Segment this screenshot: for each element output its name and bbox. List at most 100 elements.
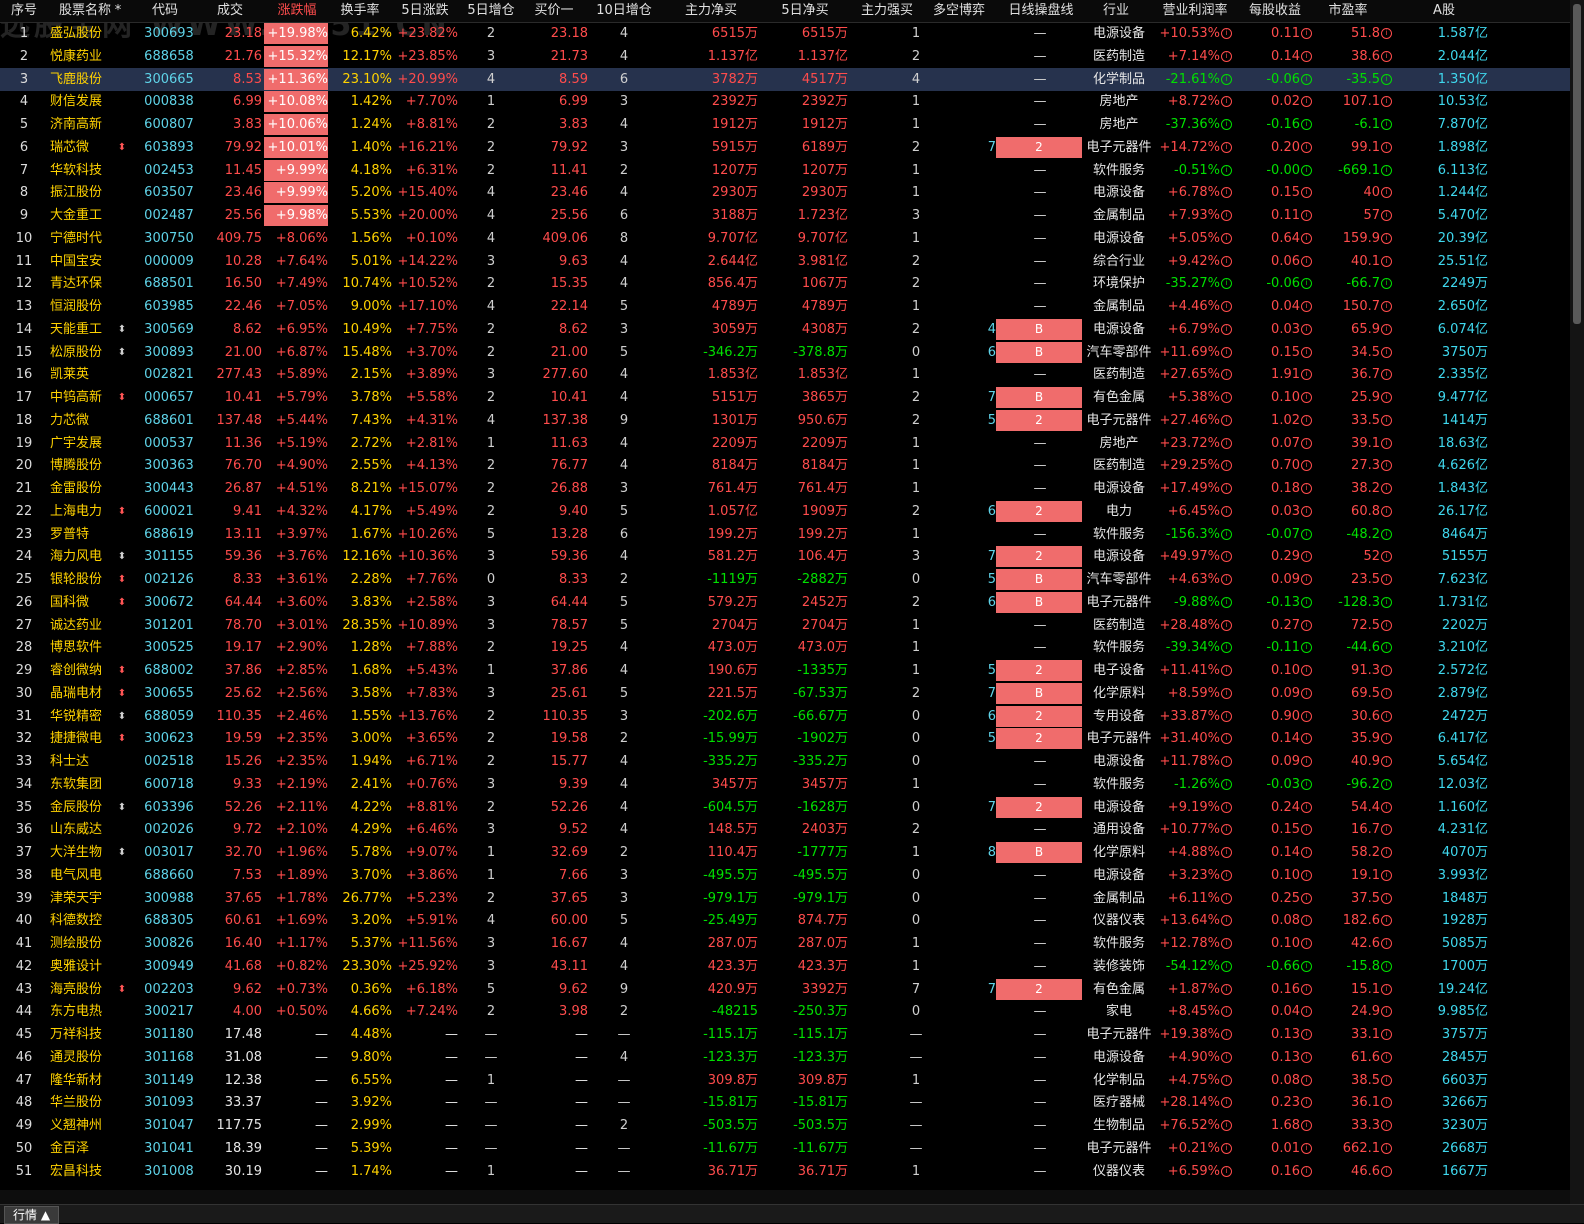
info-circle-icon[interactable]: i	[1221, 960, 1232, 972]
table-row[interactable]: 38 电气风电 688660 7.53 +1.89% 3.70% +3.86% 1 7.66 3 -…	[0, 864, 1570, 887]
info-circle-icon[interactable]: i	[1221, 278, 1232, 290]
info-circle-icon[interactable]: i	[1221, 1006, 1232, 1018]
table-row[interactable]: 10 宁德时代 300750 409.75 +8.06% 1.56% +0.10% 4 409.…	[0, 227, 1570, 250]
info-circle-icon[interactable]: i	[1221, 483, 1232, 494]
table-row[interactable]: 18 力芯微 688601 137.48 +5.44% 7.43% +4.31% 4 137.3…	[0, 409, 1570, 432]
bull-bear-tag[interactable]: 2	[996, 796, 1082, 818]
info-circle-icon[interactable]: i	[1221, 1120, 1232, 1131]
column-header[interactable]: 5日净买	[758, 0, 852, 22]
info-circle-icon[interactable]: i	[1221, 119, 1232, 130]
info-circle-icon[interactable]: i	[1221, 1074, 1232, 1086]
column-header[interactable]: 买价一	[524, 0, 584, 22]
table-row[interactable]: 11 中国宝安 000009 10.28 +7.64% 5.01% +14.22% 3 9.63…	[0, 250, 1570, 273]
table-row[interactable]: 32 捷捷微电 ⬍ 300623 19.59 +2.35% 3.00% +3.65% 2 19.5…	[0, 727, 1570, 750]
table-row[interactable]: 1 盛弘股份 300693 23.18 +19.98% 6.42% +23.82% 2 23.1…	[0, 22, 1570, 45]
table-row[interactable]: 26 国科微 ⬍ 300672 64.44 +3.60% 3.83% +2.58% 3 64.44…	[0, 591, 1570, 614]
info-circle-icon[interactable]: i	[1221, 915, 1232, 927]
column-header[interactable]: 成交	[200, 0, 260, 22]
info-circle-icon[interactable]: i	[1221, 642, 1232, 654]
info-circle-icon[interactable]: i	[1221, 983, 1232, 995]
table-row[interactable]: 16 凯莱英 002821 277.43 +5.89% 2.15% +3.89% 3 277.6…	[0, 363, 1570, 386]
info-circle-icon[interactable]: i	[1221, 574, 1232, 585]
info-circle-icon[interactable]: i	[1221, 369, 1232, 381]
info-circle-icon[interactable]: i	[1221, 1051, 1232, 1063]
table-row[interactable]: 8 振江股份 603507 23.46 +9.99% 5.20% +15.40% 4 23.46…	[0, 181, 1570, 204]
info-circle-icon[interactable]: i	[1221, 323, 1232, 335]
table-row[interactable]: 19 广宇发展 000537 11.36 +5.19% 2.72% +2.81% 1 11.63…	[0, 432, 1570, 455]
table-row[interactable]: 14 天能重工 ⬍ 300569 8.62 +6.95% 10.49% +7.75% 2 8.62…	[0, 318, 1570, 341]
info-circle-icon[interactable]: i	[1221, 756, 1232, 767]
info-circle-icon[interactable]: i	[1221, 414, 1232, 426]
table-row[interactable]: 43 海亮股份 ⬍ 002203 9.62 +0.73% 0.36% +6.18% 5 9.62 9…	[0, 978, 1570, 1001]
table-row[interactable]: 4 财信发展 000838 6.99 +10.08% 1.42% +7.70% 1 6.99 3 2…	[0, 90, 1570, 113]
table-row[interactable]: 7 华软科技 002453 11.45 +9.99% 4.18% +6.31% 2 11.41 2…	[0, 159, 1570, 182]
table-row[interactable]: 5 济南高新 600807 3.83 +10.06% 1.24% +8.81% 2 3.83 4 1…	[0, 113, 1570, 136]
info-circle-icon[interactable]: i	[1221, 687, 1232, 699]
table-row[interactable]: 15 松原股份 ⬍ 300893 21.00 +6.87% 15.48% +3.70% 2 21.…	[0, 341, 1570, 364]
table-row[interactable]: 28 博思软件 300525 19.17 +2.90% 1.28% +7.88% 2 19.25…	[0, 636, 1570, 659]
column-header[interactable]: 主力强买	[852, 0, 922, 22]
table-row[interactable]: 49 义翘神州 301047 117.75 — 2.99% — — — 2 -503.5万 -503.…	[0, 1114, 1570, 1137]
info-circle-icon[interactable]: i	[1221, 938, 1232, 949]
info-circle-icon[interactable]: i	[1221, 1142, 1232, 1154]
bull-bear-tag[interactable]: 2	[996, 546, 1082, 568]
info-circle-icon[interactable]: i	[1221, 596, 1232, 608]
info-circle-icon[interactable]: i	[1221, 619, 1232, 631]
table-row[interactable]: 33 科士达 002518 15.26 +2.35% 1.94% +6.71% 2 15.77 4…	[0, 750, 1570, 773]
info-circle-icon[interactable]: i	[1221, 73, 1232, 85]
table-row[interactable]: 41 测绘股份 300826 16.40 +1.17% 5.37% +11.56% 3 16.6…	[0, 932, 1570, 955]
table-row[interactable]: 37 大洋生物 ⬍ 003017 32.70 +1.96% 5.78% +9.07% 1 32.6…	[0, 841, 1570, 864]
info-circle-icon[interactable]: i	[1221, 232, 1232, 244]
info-circle-icon[interactable]: i	[1221, 1165, 1232, 1177]
table-row[interactable]: 6 瑞芯微 ⬍ 603893 79.92 +10.01% 1.40% +16.21% 2 79.9…	[0, 136, 1570, 159]
info-circle-icon[interactable]: i	[1221, 665, 1232, 676]
bull-bear-tag[interactable]: B	[996, 842, 1082, 863]
column-header[interactable]: 主力净买	[664, 0, 758, 22]
bull-bear-tag[interactable]: 2	[996, 728, 1082, 750]
table-row[interactable]: 23 罗普特 688619 13.11 +3.97% 1.67% +10.26% 5 13.28…	[0, 523, 1570, 546]
bull-bear-tag[interactable]: B	[996, 569, 1082, 590]
info-circle-icon[interactable]: i	[1221, 733, 1232, 745]
column-header[interactable]: 行业	[1084, 0, 1148, 22]
table-row[interactable]: 29 睿创微纳 ⬍ 688002 37.86 +2.85% 1.68% +5.43% 1 37.8…	[0, 659, 1570, 682]
column-header[interactable]: 市盈率	[1310, 0, 1386, 22]
column-header[interactable]: 5日增仓	[460, 0, 522, 22]
info-circle-icon[interactable]: i	[1221, 346, 1232, 358]
table-row[interactable]: 45 万祥科技 301180 17.48 — 4.48% — — — — -115.1万 -115.1…	[0, 1023, 1570, 1046]
column-header[interactable]: 5日涨跌	[392, 0, 458, 22]
column-header[interactable]: 营业利润率	[1148, 0, 1242, 22]
column-header[interactable]: *	[108, 0, 128, 22]
table-row[interactable]: 17 中钨高新 ⬍ 000657 10.41 +5.79% 3.78% +5.58% 2 10.4…	[0, 386, 1570, 409]
info-circle-icon[interactable]: i	[1221, 210, 1232, 221]
table-row[interactable]: 34 东软集团 600718 9.33 +2.19% 2.41% +0.76% 3 9.39 4 3…	[0, 773, 1570, 796]
bull-bear-tag[interactable]: 2	[996, 978, 1082, 1000]
info-circle-icon[interactable]: i	[1221, 892, 1232, 904]
info-circle-icon[interactable]: i	[1221, 164, 1232, 176]
bull-bear-tag[interactable]: B	[996, 341, 1082, 363]
info-circle-icon[interactable]: i	[1221, 869, 1232, 881]
info-circle-icon[interactable]: i	[1221, 801, 1232, 813]
column-header[interactable]: 代码	[130, 0, 200, 22]
table-row[interactable]: 25 银轮股份 ⬍ 002126 8.33 +3.61% 2.28% +7.76% 0 8.33 2…	[0, 568, 1570, 591]
info-circle-icon[interactable]: i	[1221, 96, 1232, 108]
column-header[interactable]: 日线操盘线	[998, 0, 1084, 22]
info-circle-icon[interactable]: i	[1221, 50, 1232, 62]
table-row[interactable]: 2 悦康药业 688658 21.76 +15.32% 12.17% +23.85% 3 21.…	[0, 45, 1570, 68]
info-circle-icon[interactable]: i	[1221, 710, 1232, 722]
bull-bear-tag[interactable]: 2	[996, 705, 1082, 727]
info-circle-icon[interactable]: i	[1221, 778, 1232, 790]
info-circle-icon[interactable]: i	[1221, 255, 1232, 267]
info-circle-icon[interactable]: i	[1221, 1097, 1232, 1109]
vertical-scrollbar[interactable]	[1570, 0, 1584, 1204]
bull-bear-tag[interactable]: 2	[996, 500, 1082, 522]
horizontal-scrollbar[interactable]	[0, 1190, 1570, 1204]
table-row[interactable]: 20 博腾股份 300363 76.70 +4.90% 2.55% +4.13% 2 76.77…	[0, 454, 1570, 477]
table-row[interactable]: 24 海力风电 ⬍ 301155 59.36 +3.76% 12.16% +10.36% 3 59…	[0, 545, 1570, 568]
info-circle-icon[interactable]: i	[1221, 460, 1232, 472]
bull-bear-tag[interactable]: 2	[996, 136, 1082, 158]
info-circle-icon[interactable]: i	[1221, 1029, 1232, 1040]
column-header[interactable]: 序号	[2, 0, 46, 22]
table-row[interactable]: 13 恒润股份 603985 22.46 +7.05% 9.00% +17.10% 4 22.1…	[0, 295, 1570, 318]
bull-bear-tag[interactable]: B	[996, 591, 1082, 613]
info-circle-icon[interactable]: i	[1221, 505, 1232, 517]
